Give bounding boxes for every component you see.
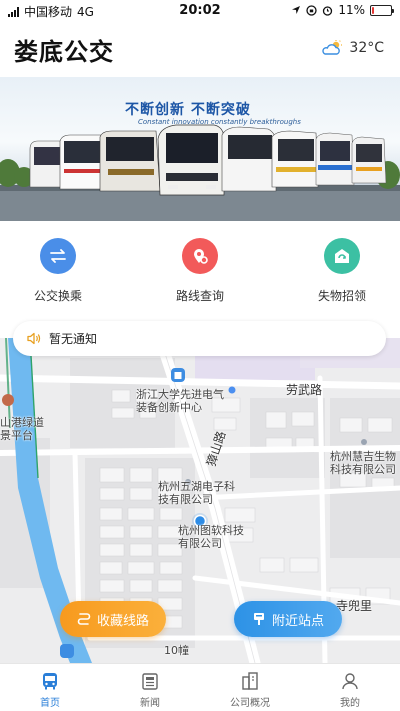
- tab-label: 我的: [340, 698, 360, 709]
- profile-icon: [342, 673, 358, 690]
- promo-banner[interactable]: 不断创新 不断突破 Constant innovation constantly…: [0, 77, 400, 221]
- partly-cloudy-icon: [322, 40, 343, 55]
- quick-actions: 公交换乘 路线查询 失物招领: [0, 238, 400, 318]
- map-label-huiji: 杭州慧吉生物科技有限公司: [330, 450, 396, 476]
- quick-action-label: 失物招领: [317, 289, 366, 303]
- notice-text: 暂无通知: [49, 332, 98, 346]
- map-label-lao-wu-road: 劳武路: [286, 383, 323, 397]
- battery-icon: [370, 4, 394, 16]
- nearby-stops-label: 附近站点: [271, 613, 324, 629]
- quick-action-label: 公交换乘: [33, 289, 82, 303]
- map-label-si-dou-li: 寺兜里: [336, 599, 373, 613]
- location-icon: [292, 6, 301, 14]
- tab-company[interactable]: 公司概况: [200, 664, 300, 711]
- news-icon: [142, 673, 158, 690]
- map-label-wuhu: 杭州五湖电子科技有限公司: [158, 480, 235, 506]
- banner-slogan: 不断创新 不断突破: [125, 102, 251, 118]
- map-label-green-way: 山港绿道景平台: [0, 416, 44, 442]
- route-icon: [77, 613, 91, 625]
- favorite-routes-button[interactable]: 收藏线路: [60, 601, 166, 637]
- company-icon: [242, 672, 258, 690]
- lock-rotation-icon: [306, 4, 317, 16]
- banner-slogan-en: Constant innovation constantly breakthro…: [138, 118, 301, 126]
- battery-percent: 11%: [338, 3, 365, 17]
- tab-bar: 首页 新闻 公司概况 我的: [0, 663, 400, 711]
- quick-action-transfer[interactable]: 公交换乘: [3, 238, 113, 304]
- route-search-icon: [182, 238, 218, 274]
- temperature: 32°C: [349, 40, 384, 56]
- notice-bar[interactable]: 暂无通知: [13, 321, 386, 356]
- transfer-icon: [40, 238, 76, 274]
- map-label-turuan: 杭州图软科技有限公司: [178, 524, 244, 550]
- quick-action-route-search[interactable]: 路线查询: [145, 238, 255, 304]
- tab-news[interactable]: 新闻: [100, 664, 200, 711]
- nearby-stops-button[interactable]: 附近站点: [234, 601, 342, 637]
- app-header: 娄底公交 32°C: [0, 22, 400, 76]
- bus-stop-icon: [253, 613, 264, 625]
- map-label-building-10: 10幢: [164, 644, 189, 657]
- tab-label: 公司概况: [230, 698, 270, 709]
- tab-profile[interactable]: 我的: [300, 664, 400, 711]
- tab-home[interactable]: 首页: [0, 664, 100, 711]
- alarm-icon: [323, 5, 333, 16]
- page-title: 娄底公交: [14, 38, 114, 66]
- tab-label: 首页: [40, 698, 60, 709]
- quick-action-lost-found[interactable]: 失物招领: [287, 238, 397, 304]
- tab-label: 新闻: [140, 698, 160, 709]
- speaker-icon: [27, 332, 41, 345]
- status-bar: 中国移动 4G 20:02 11%: [0, 0, 400, 22]
- bus-home-icon: [43, 673, 57, 690]
- lost-found-icon: [324, 238, 360, 274]
- quick-action-label: 路线查询: [175, 289, 224, 303]
- weather-widget[interactable]: 32°C: [321, 40, 384, 56]
- map-label-zju: 浙江大学先进电气装备创新中心: [136, 388, 224, 414]
- favorite-routes-label: 收藏线路: [96, 613, 149, 629]
- home-screen: 中国移动 4G 20:02 11% 娄底公交 32°C 不断创新 不断突破 Co…: [0, 0, 400, 711]
